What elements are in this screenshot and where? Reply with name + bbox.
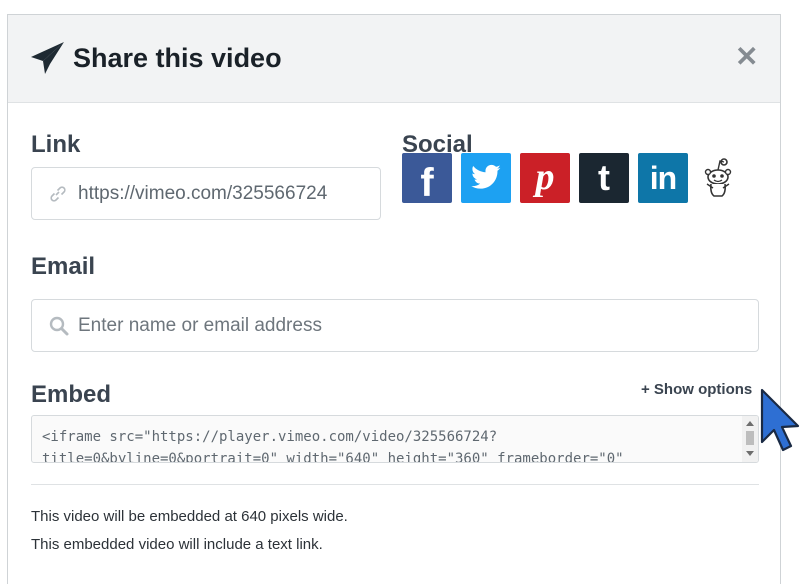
reddit-icon (704, 158, 732, 197)
facebook-share-button[interactable]: f (402, 153, 452, 205)
linkedin-share-button[interactable]: in (638, 153, 688, 203)
embed-width-info: This video will be embedded at 640 pixel… (31, 508, 348, 525)
link-icon (50, 186, 66, 202)
tumblr-icon: t (598, 157, 610, 198)
mouse-cursor-icon (760, 388, 800, 452)
twitter-share-button[interactable] (461, 153, 511, 203)
scroll-up-arrow-icon[interactable] (746, 421, 754, 426)
email-label: Email (31, 253, 96, 280)
close-icon[interactable]: ✕ (735, 42, 758, 72)
link-url: https://vimeo.com/325566724 (78, 183, 328, 204)
search-icon (49, 316, 69, 336)
facebook-icon: f (420, 160, 434, 205)
embed-scrollbar[interactable] (742, 416, 758, 462)
embed-code-textarea[interactable]: <iframe src="https://player.vimeo.com/vi… (31, 415, 759, 463)
scroll-down-arrow-icon[interactable] (746, 451, 754, 456)
pinterest-icon: p (533, 159, 555, 197)
dialog-title: Share this video (73, 43, 282, 73)
divider (31, 484, 759, 485)
embed-label: Embed (31, 381, 112, 408)
pinterest-share-button[interactable]: p (520, 153, 570, 203)
link-label: Link (31, 131, 81, 158)
svg-text:p: p (533, 159, 555, 197)
email-field[interactable]: Enter name or email address (31, 299, 759, 352)
paper-plane-icon (31, 42, 64, 74)
show-options-link[interactable]: + Show options (641, 381, 752, 398)
tumblr-share-button[interactable]: t (579, 153, 629, 203)
embed-text-link-info: This embedded video will include a text … (31, 536, 323, 553)
reddit-share-button[interactable] (700, 153, 736, 203)
email-input-placeholder: Enter name or email address (78, 315, 322, 336)
linkedin-icon: in (649, 159, 677, 196)
embed-code: <iframe src="https://player.vimeo.com/vi… (42, 429, 624, 463)
scroll-thumb[interactable] (746, 431, 754, 445)
dialog-header: Share this video ✕ (8, 15, 780, 103)
twitter-icon (471, 164, 501, 189)
link-field[interactable]: https://vimeo.com/325566724 (31, 167, 381, 220)
